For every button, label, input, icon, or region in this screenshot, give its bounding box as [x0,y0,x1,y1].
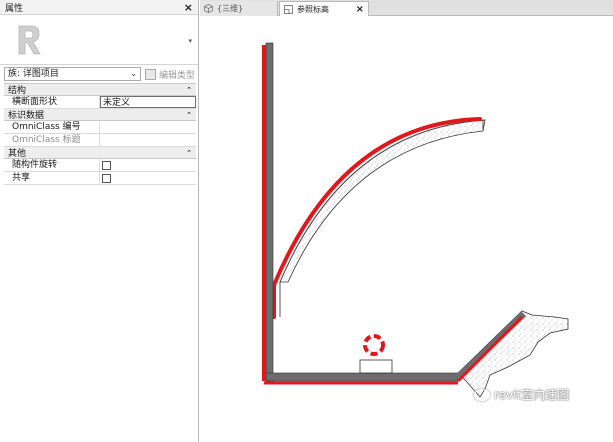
wall-section [265,42,274,383]
watermark-text: revit室内速图 [494,388,570,402]
tab-3d-view[interactable]: {三维} [200,1,278,16]
family-select[interactable]: 族: 详图项目 ⌄ [4,67,141,81]
section-other[interactable]: 其他 ⌃ [4,147,196,159]
family-select-label: 族: 详图项目 [8,69,59,79]
close-icon[interactable]: × [184,1,193,14]
type-selector[interactable]: ▾ [0,15,198,65]
highlight-curve [272,117,482,319]
collapse-icon[interactable]: ⌃ [186,149,192,157]
checkbox[interactable] [102,161,111,170]
property-row: OmniClass 标题 [4,134,196,147]
section-structure[interactable]: 结构 ⌃ [4,84,196,96]
property-label: OmniClass 标题 [4,134,100,146]
property-label: 随构件旋转 [4,159,100,171]
edit-type-label: 编辑类型 [159,70,196,81]
edit-type-icon [145,68,156,80]
property-label: 共享 [4,172,100,184]
cube-icon [204,4,213,13]
chevron-down-icon[interactable]: ▾ [188,37,192,45]
property-row: 随构件旋转 [4,159,196,172]
collapse-icon[interactable]: ⌃ [186,86,192,94]
property-value-input[interactable]: 未定义 [100,96,196,108]
revit-logo-icon [7,20,49,60]
edit-type-button[interactable]: 编辑类型 [145,67,195,81]
chevron-down-icon: ⌄ [130,69,137,78]
family-row: 族: 详图项目 ⌄ 编辑类型 [0,66,198,82]
property-value-input[interactable] [100,121,196,133]
tab-label: 参照标高 [297,4,329,14]
property-value [100,159,196,171]
drawing-canvas[interactable] [200,17,613,442]
property-label: OmniClass 编号 [4,121,100,133]
floor-section [265,372,459,382]
property-row: 共享 [4,172,196,185]
property-label: 横断面形状 [4,96,100,108]
property-value [100,134,196,146]
property-value [100,172,196,184]
section-identity[interactable]: 标识数据 ⌃ [4,109,196,121]
watermark: revit室内速图 [474,386,569,403]
properties-title: 属性 [5,3,24,14]
floor-block [359,359,393,374]
properties-title-bar: 属性 × [0,0,198,15]
marker-circle [363,334,385,356]
property-row: OmniClass 编号 [4,121,196,134]
checkbox[interactable] [102,174,111,183]
section-label: 标识数据 [8,111,45,121]
tab-label: {三维} [217,4,244,13]
section-label: 结构 [8,86,27,96]
floor-plan-icon [284,4,293,14]
tab-reference-level[interactable]: 参照标高 × [279,1,369,16]
chat-bubble-icon [474,388,490,401]
properties-grid: 结构 ⌃ 横断面形状 未定义 标识数据 ⌃ OmniClass 编号 OmniC… [4,83,196,185]
close-icon[interactable]: × [356,4,364,15]
collapse-icon[interactable]: ⌃ [186,111,192,119]
view-tabs: {三维} 参照标高 × [200,0,613,16]
properties-palette: 属性 × ▾ 族: 详图项目 ⌄ 编辑类型 结构 ⌃ 横断面形状 未定义 标识数… [0,0,199,442]
section-label: 其他 [8,149,27,159]
